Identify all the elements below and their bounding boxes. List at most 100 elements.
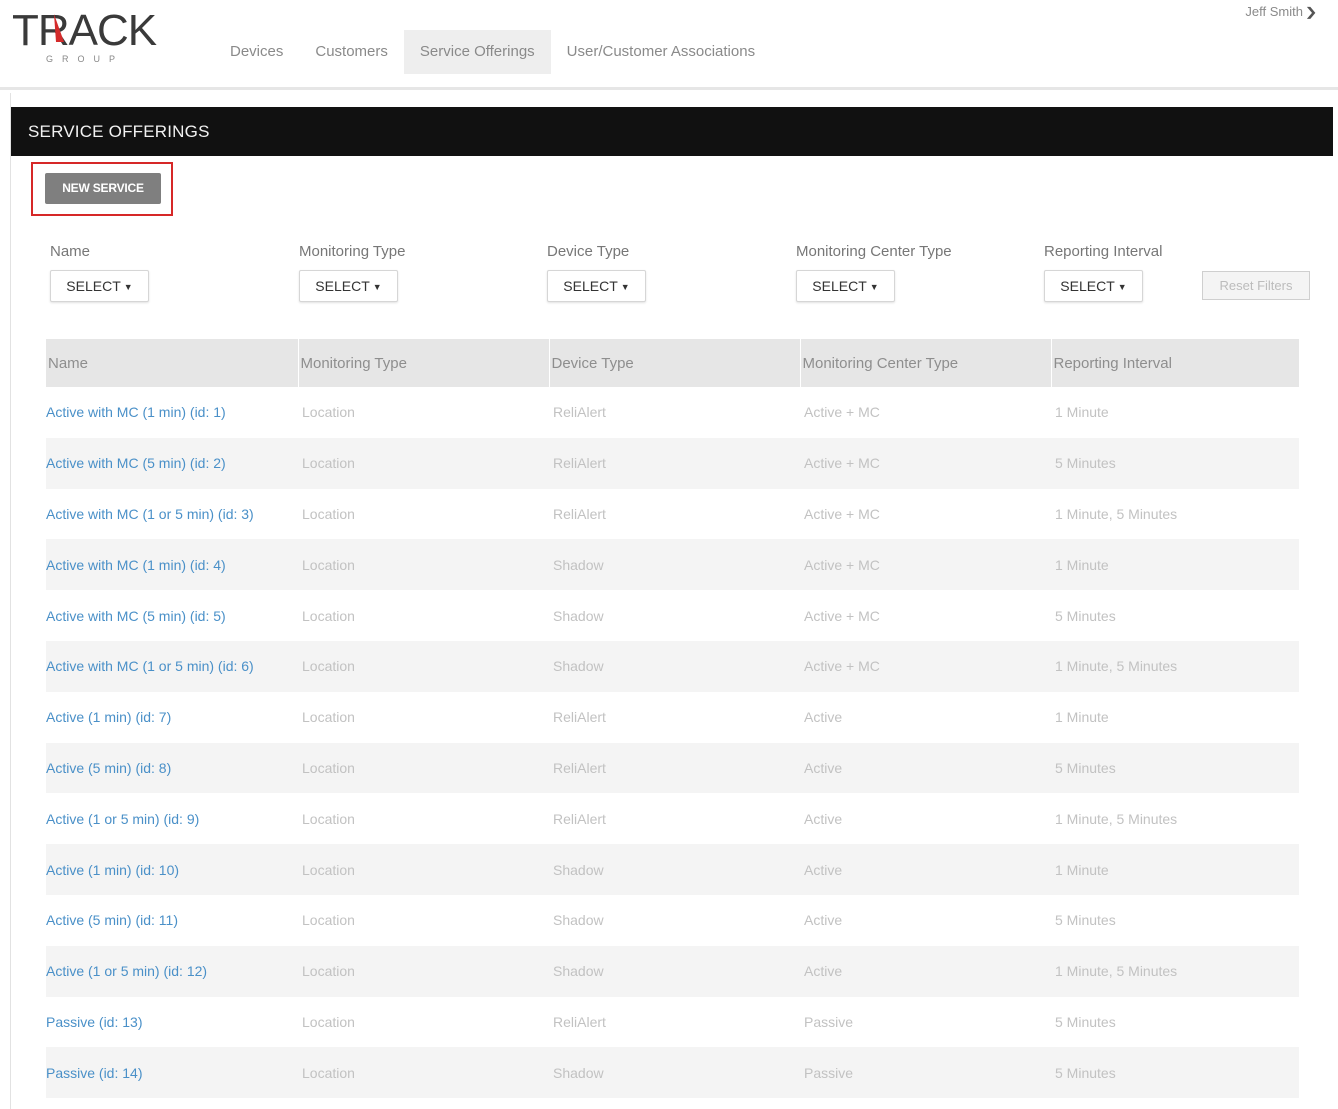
column-header-device-type[interactable]: Device Type [548,339,800,387]
user-name: Jeff Smith [1245,4,1303,19]
monitoring-type-cell: Location [302,912,355,929]
reporting-interval-cell: 1 Minute, 5 Minutes [1055,810,1178,827]
monitoring-type-cell: Location [298,742,549,794]
service-name-link[interactable]: Active with MC (1 or 5 min) (id: 6) [46,640,298,692]
table-row[interactable]: Passive (id: 13) Location ReliAlert Passive… [46,997,1299,1048]
reporting-interval-cell: 5 Minutes [1051,1047,1299,1099]
table-row[interactable]: Active (5 min) (id: 11) Location Shadow Act… [46,895,1299,946]
monitoring-center-type-cell: Active + MC [804,607,880,624]
column-header-name[interactable]: Name [46,339,298,387]
monitoring-type-cell: Location [302,709,355,726]
reporting-interval-cell: 5 Minutes [1051,437,1299,489]
main-nav: Devices Customers Service Offerings User… [214,30,771,74]
nav-tab-user-customer-associations[interactable]: User/Customer Associations [551,30,771,74]
service-name-link[interactable]: Active with MC (5 min) (id: 2) [46,437,298,489]
caret-down-icon: ▼ [869,282,879,292]
filter-monitoring-center-type-select[interactable]: SELECT ▼ [796,270,895,302]
caret-down-icon: ▼ [1117,282,1127,292]
service-name-link[interactable]: Active (5 min) (id: 11) [46,895,298,946]
device-type-cell: Shadow [553,912,604,929]
top-navigation-bar: TRACK GROUP Devices Customers Service Of… [0,0,1338,90]
table-row[interactable]: Active (1 or 5 min) (id: 12) Location Shad… [46,945,1299,997]
user-menu[interactable]: Jeff Smith❯ [1245,4,1318,19]
reporting-interval-cell: 1 Minute [1055,404,1109,421]
monitoring-center-type-cell: Active + MC [800,640,1051,692]
column-header-monitoring-center-type[interactable]: Monitoring Center Type [799,339,1051,387]
reporting-interval-cell: 1 Minute, 5 Minutes [1051,945,1299,997]
nav-tab-devices[interactable]: Devices [214,30,299,74]
device-type-cell: Shadow [549,844,800,895]
table-body: Active with MC (1 min) (id: 1) Location Re… [46,387,1299,1099]
device-type-cell: ReliAlert [549,742,800,794]
select-value: SELECT [812,278,867,294]
table-row[interactable]: Active with MC (1 min) (id: 1) Location Re… [46,387,1299,438]
filter-name-select[interactable]: SELECT ▼ [50,270,149,302]
service-name-link[interactable]: Active with MC (1 min) (id: 4) [46,539,298,591]
filter-label: Monitoring Center Type [796,243,952,260]
device-type-cell: ReliAlert [549,437,800,489]
filter-reporting-interval-select[interactable]: SELECT ▼ [1044,270,1143,302]
filter-label: Reporting Interval [1044,243,1163,260]
service-name-link[interactable]: Active (5 min) (id: 8) [46,742,298,794]
select-value: SELECT [563,278,618,294]
monitoring-type-cell: Location [298,539,549,591]
monitoring-center-type-cell: Passive [800,1047,1051,1099]
table-row[interactable]: Active with MC (5 min) (id: 5) Location Sh… [46,590,1299,641]
table-row[interactable]: Active (1 or 5 min) (id: 9) Location ReliA… [46,793,1299,844]
monitoring-type-cell: Location [302,404,355,421]
filter-label: Monitoring Type [299,243,406,260]
device-type-cell: Shadow [549,1047,800,1099]
monitoring-center-type-cell: Active [800,844,1051,895]
monitoring-center-type-cell: Passive [804,1013,854,1030]
column-header-reporting-interval[interactable]: Reporting Interval [1050,339,1299,387]
caret-down-icon: ▼ [123,282,133,292]
monitoring-center-type-cell: Active + MC [800,437,1051,489]
service-name-link[interactable]: Active with MC (1 min) (id: 1) [46,387,298,438]
logo-triangle-icon [54,14,64,42]
service-name-link[interactable]: Passive (id: 14) [46,1047,298,1099]
service-name-link[interactable]: Active (1 min) (id: 7) [46,692,298,743]
filter-monitoring-type-select[interactable]: SELECT ▼ [299,270,398,302]
service-name-link[interactable]: Active (1 or 5 min) (id: 9) [46,793,298,844]
monitoring-type-cell: Location [302,1013,355,1030]
service-name-link[interactable]: Active with MC (5 min) (id: 5) [46,590,298,641]
monitoring-center-type-cell: Active + MC [804,404,880,421]
service-name-link[interactable]: Active (1 min) (id: 10) [46,844,298,895]
device-type-cell: ReliAlert [553,1013,606,1030]
panel-title: SERVICE OFFERINGS [11,107,1333,156]
table-row[interactable]: Active (5 min) (id: 8) Location ReliAlert A… [46,742,1299,794]
monitoring-center-type-cell: Active + MC [804,505,880,522]
new-service-button[interactable]: NEW SERVICE [45,173,161,204]
service-name-link[interactable]: Active (1 or 5 min) (id: 12) [46,945,298,997]
table-row[interactable]: Active with MC (1 or 5 min) (id: 3) Locat… [46,489,1299,540]
device-type-cell: Shadow [549,640,800,692]
reset-filters-button[interactable]: Reset Filters [1202,271,1310,300]
table-row[interactable]: Active with MC (1 min) (id: 4) Location Sh… [46,539,1299,591]
column-header-monitoring-type[interactable]: Monitoring Type [297,339,549,387]
table-row[interactable]: Active with MC (5 min) (id: 2) Location Re… [46,437,1299,489]
table-row[interactable]: Passive (id: 14) Location Shadow Passive 5 M… [46,1047,1299,1099]
nav-tab-service-offerings[interactable]: Service Offerings [403,30,551,74]
device-type-cell: ReliAlert [553,505,606,522]
filter-monitoring-center-type: Monitoring Center Type SELECT ▼ [796,243,952,302]
monitoring-type-cell: Location [302,607,355,624]
track-group-logo[interactable]: TRACK GROUP [12,8,162,68]
select-value: SELECT [315,278,370,294]
monitoring-center-type-cell: Active [804,810,843,827]
table-header-row: Name Monitoring Type Device Type Monitor… [46,339,1299,387]
table-row[interactable]: Active (1 min) (id: 7) Location ReliAlert A… [46,692,1299,743]
service-name-link[interactable]: Passive (id: 13) [46,997,298,1048]
device-type-cell: ReliAlert [553,404,606,421]
table-row[interactable]: Active (1 min) (id: 10) Location Shadow Act… [46,844,1299,895]
reporting-interval-cell: 1 Minute [1051,844,1299,895]
filter-device-type-select[interactable]: SELECT ▼ [547,270,646,302]
service-name-link[interactable]: Active with MC (1 or 5 min) (id: 3) [46,489,298,540]
nav-tab-customers[interactable]: Customers [299,30,404,74]
chevron-down-icon: ❯ [1304,5,1318,19]
logo-subtitle: GROUP [46,54,125,64]
monitoring-center-type-cell: Active [800,945,1051,997]
reporting-interval-cell: 5 Minutes [1055,1013,1116,1030]
device-type-cell: Shadow [549,945,800,997]
table-row[interactable]: Active with MC (1 or 5 min) (id: 6) Locat… [46,640,1299,692]
reporting-interval-cell: 5 Minutes [1055,607,1116,624]
